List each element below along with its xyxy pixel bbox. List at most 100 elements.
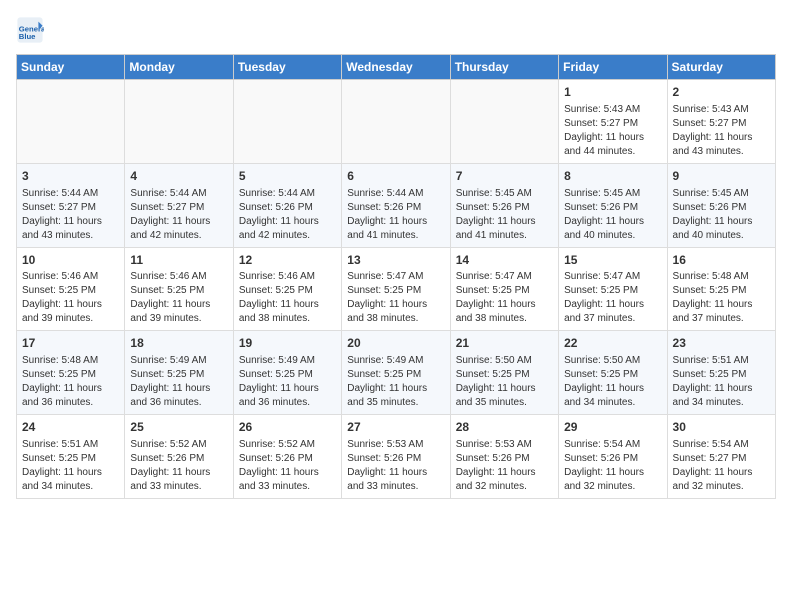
calendar-cell: 17 Sunrise: 5:48 AM Sunset: 5:25 PM Dayli… [17, 331, 125, 415]
day-info: Sunrise: 5:44 AM Sunset: 5:27 PM Dayligh… [22, 188, 102, 241]
calendar-cell [125, 80, 233, 164]
calendar-cell: 6 Sunrise: 5:44 AM Sunset: 5:26 PM Daylig… [342, 163, 450, 247]
weekday-header-sunday: Sunday [17, 55, 125, 80]
calendar-week-3: 10 Sunrise: 5:46 AM Sunset: 5:25 PM Dayli… [17, 247, 776, 331]
day-number: 22 [564, 335, 661, 352]
day-number: 21 [456, 335, 553, 352]
calendar-cell: 20 Sunrise: 5:49 AM Sunset: 5:25 PM Dayli… [342, 331, 450, 415]
calendar-cell: 12 Sunrise: 5:46 AM Sunset: 5:25 PM Dayli… [233, 247, 341, 331]
day-info: Sunrise: 5:45 AM Sunset: 5:26 PM Dayligh… [456, 188, 536, 241]
calendar-cell: 19 Sunrise: 5:49 AM Sunset: 5:25 PM Dayli… [233, 331, 341, 415]
calendar-cell: 27 Sunrise: 5:53 AM Sunset: 5:26 PM Dayli… [342, 415, 450, 499]
day-info: Sunrise: 5:54 AM Sunset: 5:27 PM Dayligh… [673, 439, 753, 492]
day-info: Sunrise: 5:46 AM Sunset: 5:25 PM Dayligh… [239, 271, 319, 324]
day-info: Sunrise: 5:44 AM Sunset: 5:26 PM Dayligh… [239, 188, 319, 241]
day-info: Sunrise: 5:50 AM Sunset: 5:25 PM Dayligh… [456, 355, 536, 408]
day-info: Sunrise: 5:51 AM Sunset: 5:25 PM Dayligh… [673, 355, 753, 408]
calendar-week-4: 17 Sunrise: 5:48 AM Sunset: 5:25 PM Dayli… [17, 331, 776, 415]
day-info: Sunrise: 5:50 AM Sunset: 5:25 PM Dayligh… [564, 355, 644, 408]
day-info: Sunrise: 5:43 AM Sunset: 5:27 PM Dayligh… [673, 104, 753, 157]
day-info: Sunrise: 5:46 AM Sunset: 5:25 PM Dayligh… [22, 271, 102, 324]
day-info: Sunrise: 5:49 AM Sunset: 5:25 PM Dayligh… [239, 355, 319, 408]
calendar-week-5: 24Sunrise: 5:51 AM Sunset: 5:25 PM Dayli… [17, 415, 776, 499]
day-info: Sunrise: 5:49 AM Sunset: 5:25 PM Dayligh… [347, 355, 427, 408]
calendar-cell: 14 Sunrise: 5:47 AM Sunset: 5:25 PM Dayli… [450, 247, 558, 331]
day-info: Sunrise: 5:48 AM Sunset: 5:25 PM Dayligh… [673, 271, 753, 324]
day-number: 2 [673, 84, 770, 101]
day-number: 27 [347, 419, 444, 436]
day-info: Sunrise: 5:53 AM Sunset: 5:26 PM Dayligh… [347, 439, 427, 492]
day-info: Sunrise: 5:45 AM Sunset: 5:26 PM Dayligh… [564, 188, 644, 241]
day-number: 1 [564, 84, 661, 101]
logo-icon: General Blue [16, 16, 44, 44]
calendar-cell: 2 Sunrise: 5:43 AM Sunset: 5:27 PM Daylig… [667, 80, 775, 164]
day-info: Sunrise: 5:48 AM Sunset: 5:25 PM Dayligh… [22, 355, 102, 408]
day-number: 20 [347, 335, 444, 352]
day-number: 12 [239, 252, 336, 269]
calendar-cell: 23 Sunrise: 5:51 AM Sunset: 5:25 PM Dayli… [667, 331, 775, 415]
calendar-cell: 9Sunrise: 5:45 AM Sunset: 5:26 PM Daylig… [667, 163, 775, 247]
day-number: 28 [456, 419, 553, 436]
calendar-cell: 24Sunrise: 5:51 AM Sunset: 5:25 PM Dayli… [17, 415, 125, 499]
day-number: 7 [456, 168, 553, 185]
calendar-cell: 5 Sunrise: 5:44 AM Sunset: 5:26 PM Daylig… [233, 163, 341, 247]
day-number: 6 [347, 168, 444, 185]
day-number: 4 [130, 168, 227, 185]
day-info: Sunrise: 5:52 AM Sunset: 5:26 PM Dayligh… [130, 439, 210, 492]
svg-text:Blue: Blue [19, 32, 36, 41]
weekday-header-monday: Monday [125, 55, 233, 80]
day-number: 8 [564, 168, 661, 185]
day-info: Sunrise: 5:43 AM Sunset: 5:27 PM Dayligh… [564, 104, 644, 157]
calendar-cell: 3 Sunrise: 5:44 AM Sunset: 5:27 PM Daylig… [17, 163, 125, 247]
calendar-cell: 4 Sunrise: 5:44 AM Sunset: 5:27 PM Daylig… [125, 163, 233, 247]
day-number: 5 [239, 168, 336, 185]
calendar-cell [450, 80, 558, 164]
day-number: 13 [347, 252, 444, 269]
day-number: 14 [456, 252, 553, 269]
calendar-cell: 10 Sunrise: 5:46 AM Sunset: 5:25 PM Dayli… [17, 247, 125, 331]
calendar-cell: 30 Sunrise: 5:54 AM Sunset: 5:27 PM Dayli… [667, 415, 775, 499]
calendar-cell: 7 Sunrise: 5:45 AM Sunset: 5:26 PM Daylig… [450, 163, 558, 247]
day-info: Sunrise: 5:44 AM Sunset: 5:26 PM Dayligh… [347, 188, 427, 241]
day-number: 30 [673, 419, 770, 436]
calendar-cell: 13 Sunrise: 5:47 AM Sunset: 5:25 PM Dayli… [342, 247, 450, 331]
day-number: 23 [673, 335, 770, 352]
calendar-cell: 18Sunrise: 5:49 AM Sunset: 5:25 PM Dayli… [125, 331, 233, 415]
calendar-cell [342, 80, 450, 164]
weekday-header-thursday: Thursday [450, 55, 558, 80]
calendar-week-1: 1 Sunrise: 5:43 AM Sunset: 5:27 PM Daylig… [17, 80, 776, 164]
weekday-header-friday: Friday [559, 55, 667, 80]
day-number: 19 [239, 335, 336, 352]
weekday-header-saturday: Saturday [667, 55, 775, 80]
day-number: 29 [564, 419, 661, 436]
calendar-body: 1 Sunrise: 5:43 AM Sunset: 5:27 PM Daylig… [17, 80, 776, 499]
day-info: Sunrise: 5:47 AM Sunset: 5:25 PM Dayligh… [347, 271, 427, 324]
weekday-header-wednesday: Wednesday [342, 55, 450, 80]
calendar-cell [233, 80, 341, 164]
day-info: Sunrise: 5:46 AM Sunset: 5:25 PM Dayligh… [130, 271, 210, 324]
day-number: 9 [673, 168, 770, 185]
calendar-cell: 1 Sunrise: 5:43 AM Sunset: 5:27 PM Daylig… [559, 80, 667, 164]
weekday-header-tuesday: Tuesday [233, 55, 341, 80]
day-number: 10 [22, 252, 119, 269]
calendar-cell: 16Sunrise: 5:48 AM Sunset: 5:25 PM Dayli… [667, 247, 775, 331]
day-info: Sunrise: 5:51 AM Sunset: 5:25 PM Dayligh… [22, 439, 102, 492]
day-info: Sunrise: 5:47 AM Sunset: 5:25 PM Dayligh… [456, 271, 536, 324]
day-number: 25 [130, 419, 227, 436]
day-info: Sunrise: 5:52 AM Sunset: 5:26 PM Dayligh… [239, 439, 319, 492]
calendar-cell: 26Sunrise: 5:52 AM Sunset: 5:26 PM Dayli… [233, 415, 341, 499]
day-number: 3 [22, 168, 119, 185]
calendar-header-row: SundayMondayTuesdayWednesdayThursdayFrid… [17, 55, 776, 80]
calendar-cell: 11 Sunrise: 5:46 AM Sunset: 5:25 PM Dayli… [125, 247, 233, 331]
calendar-cell: 8 Sunrise: 5:45 AM Sunset: 5:26 PM Daylig… [559, 163, 667, 247]
day-number: 11 [130, 252, 227, 269]
day-info: Sunrise: 5:47 AM Sunset: 5:25 PM Dayligh… [564, 271, 644, 324]
page-header: General Blue [16, 16, 776, 44]
calendar-cell: 22 Sunrise: 5:50 AM Sunset: 5:25 PM Dayli… [559, 331, 667, 415]
calendar: SundayMondayTuesdayWednesdayThursdayFrid… [16, 54, 776, 499]
day-number: 17 [22, 335, 119, 352]
day-number: 18 [130, 335, 227, 352]
day-info: Sunrise: 5:44 AM Sunset: 5:27 PM Dayligh… [130, 188, 210, 241]
day-number: 15 [564, 252, 661, 269]
logo: General Blue [16, 16, 48, 44]
